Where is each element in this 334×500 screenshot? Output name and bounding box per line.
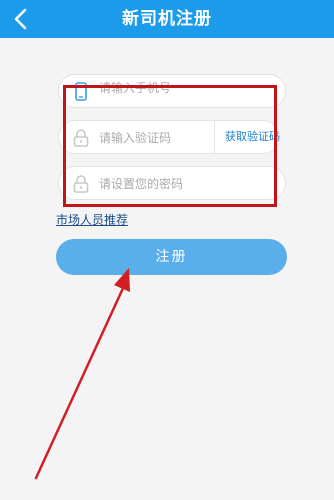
annotation-arrow [34, 268, 130, 480]
